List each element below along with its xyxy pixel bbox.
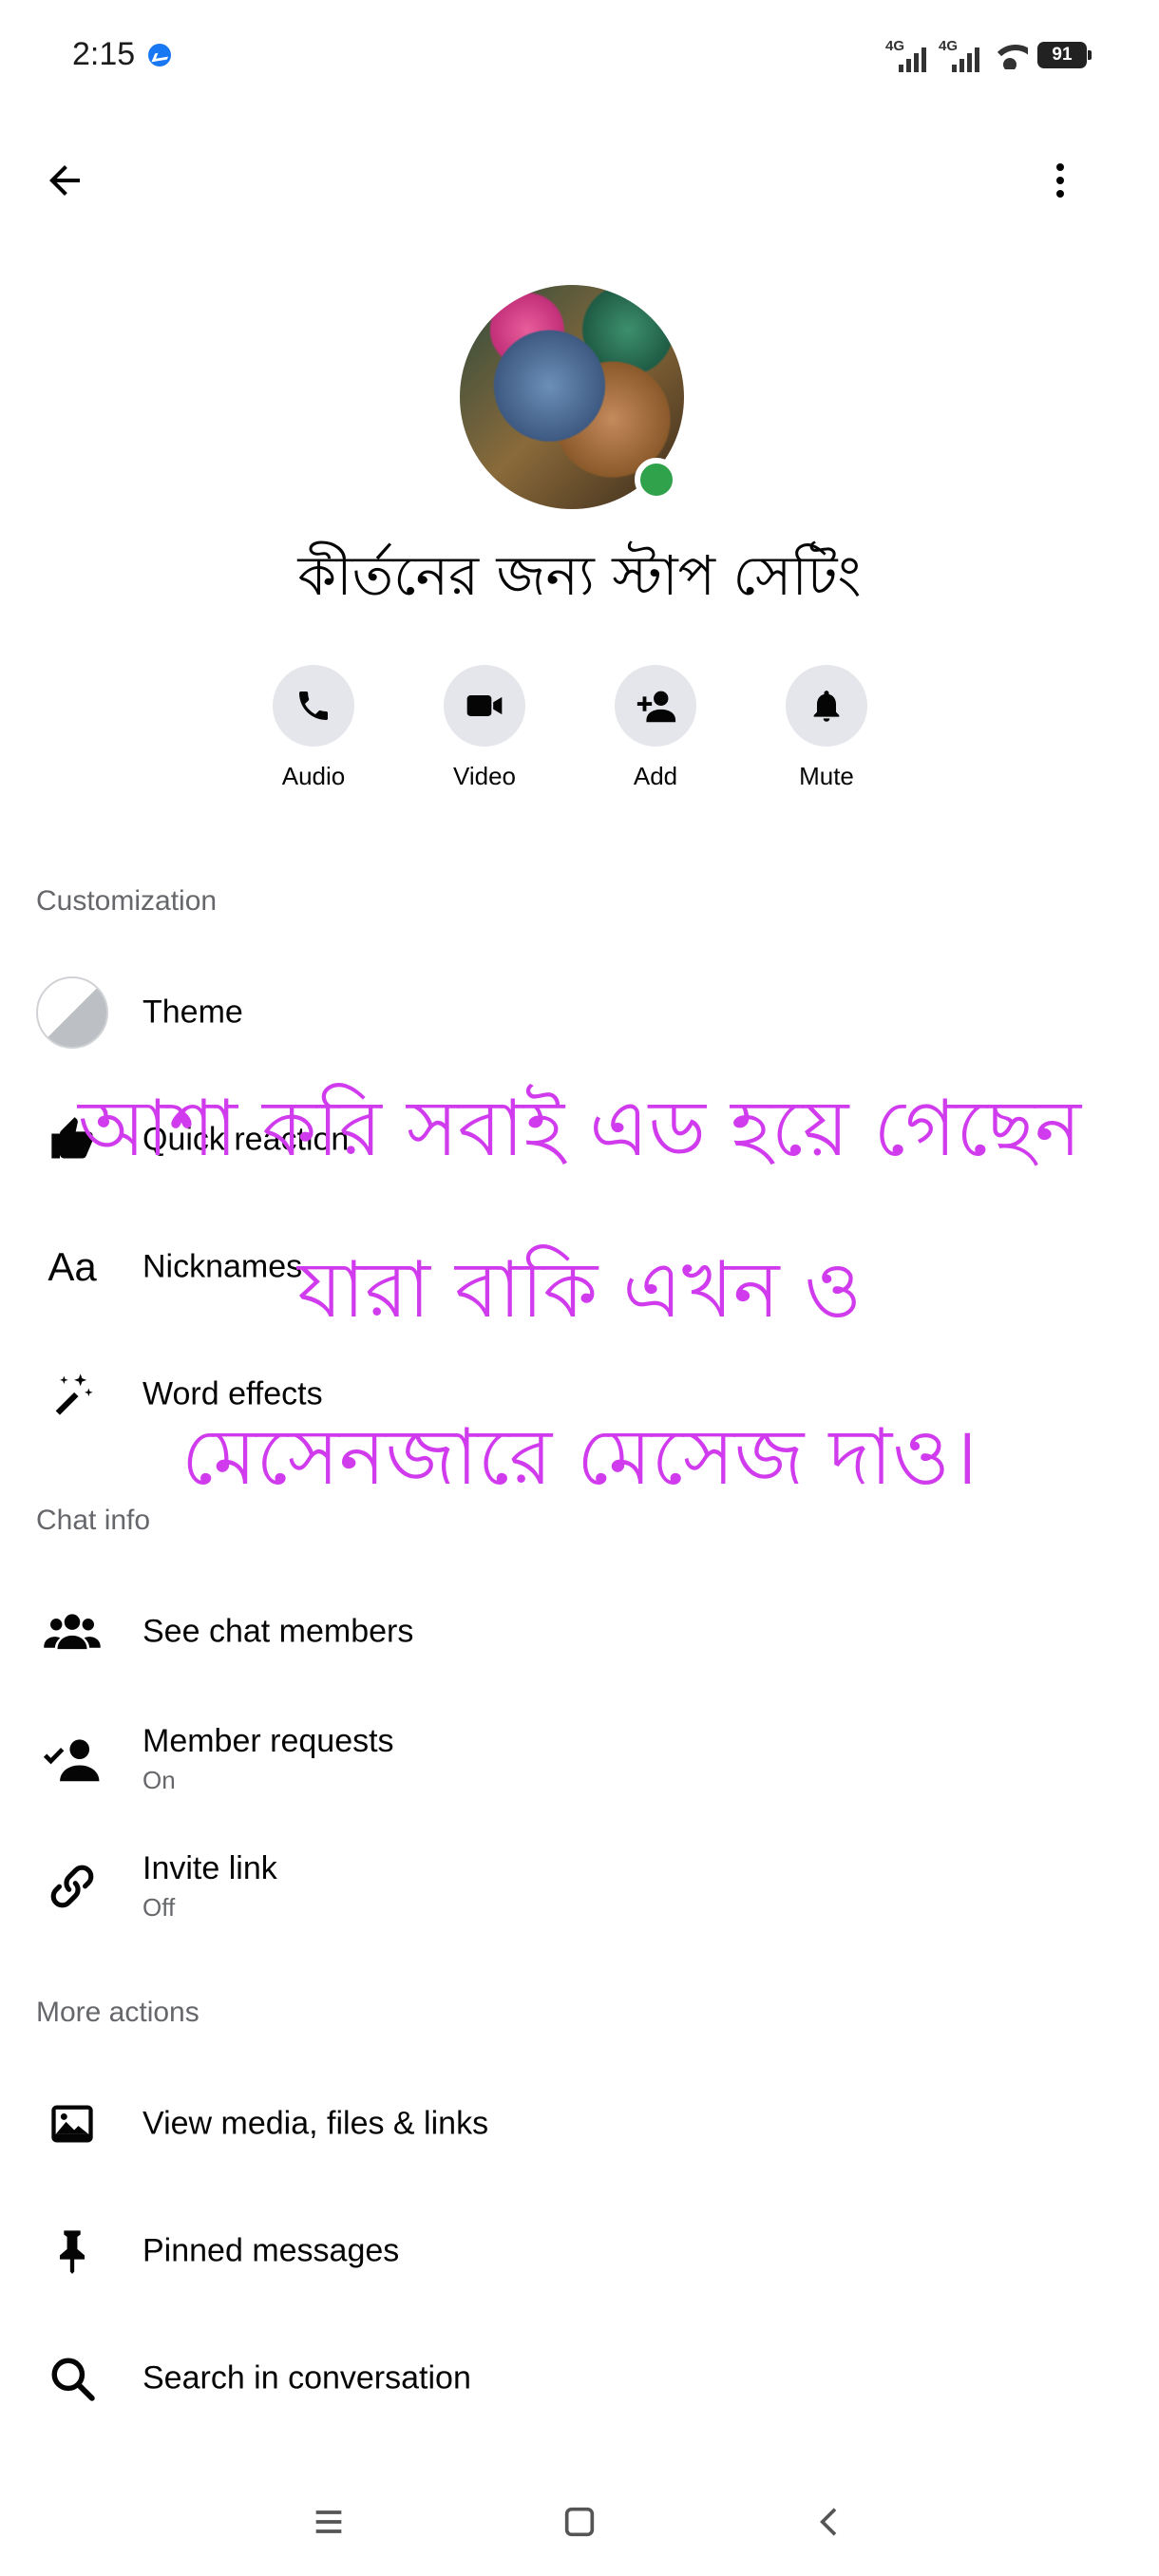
more-options-button[interactable] — [1022, 142, 1098, 218]
see-chat-members-label: See chat members — [142, 1613, 414, 1650]
group-name: কীর্তনের জন্য স্টাপ সেটিং — [297, 543, 862, 608]
image-icon — [51, 2105, 93, 2143]
add-people-button[interactable]: Add — [598, 665, 712, 791]
video-label: Video — [452, 762, 517, 790]
pinned-messages-label: Pinned messages — [142, 2232, 400, 2269]
pin-icon — [60, 2230, 85, 2274]
audio-call-button[interactable]: Audio — [256, 665, 370, 791]
invite-link-row[interactable]: Invite link Off — [0, 1839, 1159, 1934]
chevron-left-icon — [820, 2508, 837, 2536]
phone-icon — [299, 691, 328, 720]
arrow-left-icon — [49, 165, 80, 196]
home-button[interactable] — [542, 2489, 618, 2555]
add-person-icon — [636, 691, 676, 723]
view-media-label: View media, files & links — [142, 2105, 489, 2142]
mute-button[interactable]: Mute — [770, 665, 884, 791]
status-bar: 2:15 4G 4G 91 — [0, 0, 1159, 114]
search-conversation-row[interactable]: Search in conversation — [0, 2331, 1159, 2426]
back-button[interactable] — [27, 142, 103, 218]
word-effects-label: Word effects — [142, 1375, 323, 1412]
link-icon — [50, 1865, 94, 1908]
status-icons: 4G 4G 91 — [885, 38, 1092, 72]
more-vertical-icon — [1056, 163, 1064, 198]
battery-icon: 91 — [1037, 42, 1092, 68]
overlay-caption-line-3: মেসেনজারে মেসেজ দাও। — [180, 1412, 978, 1503]
bell-icon — [813, 691, 840, 722]
sparkle-wand-icon — [55, 1373, 93, 1415]
see-chat-members-row[interactable]: See chat members — [0, 1584, 1159, 1679]
invite-link-label: Invite link — [142, 1850, 277, 1886]
messenger-notification-icon — [148, 44, 171, 66]
recents-button[interactable] — [291, 2489, 367, 2555]
quick-actions: Audio Video Add Mute — [0, 665, 1159, 807]
overlay-caption-line-1: আশা করি সবাই এড হয়ে গেছেন — [77, 1084, 1082, 1174]
signal-icon: 4G — [939, 38, 982, 72]
member-requests-row[interactable]: Member requests On — [0, 1712, 1159, 1807]
video-camera-icon — [466, 695, 503, 716]
wifi-icon — [992, 41, 1028, 69]
member-requests-label: Member requests — [142, 1723, 394, 1759]
member-requests-status: On — [142, 1766, 176, 1794]
view-media-row[interactable]: View media, files & links — [0, 2076, 1159, 2171]
audio-label: Audio — [281, 762, 346, 790]
group-avatar[interactable] — [460, 285, 684, 509]
system-navigation-bar — [0, 2470, 1159, 2576]
search-conversation-label: Search in conversation — [142, 2359, 471, 2396]
add-label: Add — [633, 762, 678, 790]
video-call-button[interactable]: Video — [428, 665, 542, 791]
theme-icon — [36, 976, 108, 1049]
person-check-icon — [43, 1739, 100, 1782]
customization-heading: Customization — [36, 885, 218, 917]
more-actions-heading: More actions — [36, 1997, 200, 2028]
overlay-caption-line-2: যারা বাকি এখন ও — [297, 1245, 862, 1335]
invite-link-status: Off — [142, 1893, 176, 1922]
signal-icon: 4G — [885, 38, 929, 72]
online-status-dot — [635, 458, 678, 502]
chat-info-heading: Chat info — [36, 1505, 151, 1536]
square-icon — [564, 2507, 595, 2537]
people-icon — [44, 1614, 101, 1650]
mute-label: Mute — [799, 762, 854, 790]
theme-label: Theme — [142, 994, 243, 1031]
system-back-button[interactable] — [792, 2489, 868, 2555]
menu-lines-icon — [315, 2510, 342, 2533]
theme-row[interactable]: Theme — [0, 965, 1159, 1060]
search-icon — [51, 2358, 95, 2401]
pinned-messages-row[interactable]: Pinned messages — [0, 2204, 1159, 2299]
status-time: 2:15 — [72, 36, 136, 72]
